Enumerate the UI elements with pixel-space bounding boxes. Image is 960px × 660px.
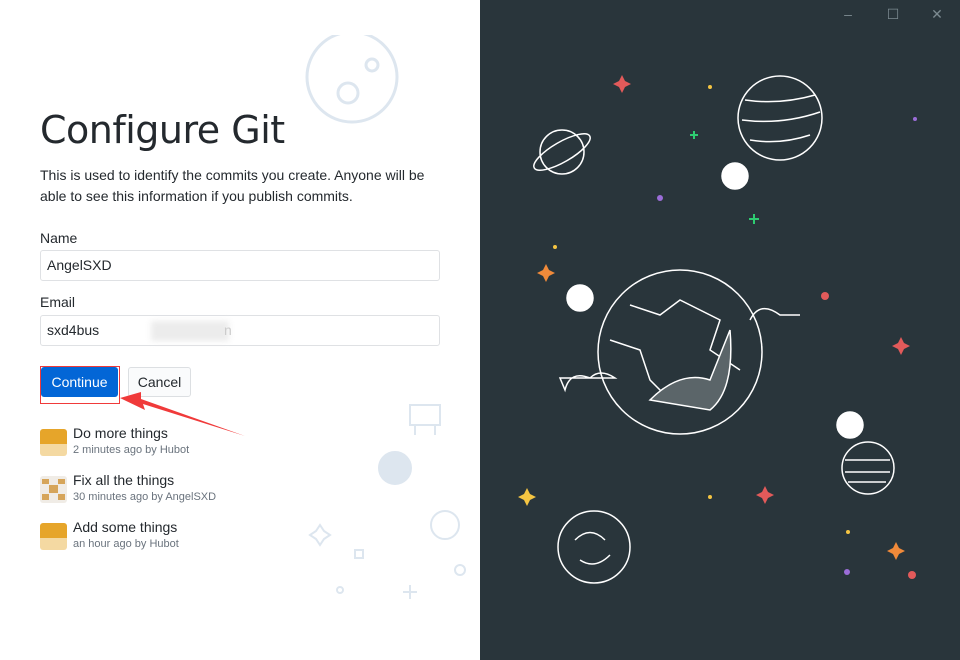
description: This is used to identify the commits you… [40, 167, 425, 204]
email-value: sxd4bus [47, 322, 100, 338]
email-label: Email [40, 294, 76, 310]
email-redaction [151, 321, 229, 341]
commit-meta: 2 minutes ago by Hubot [73, 444, 190, 456]
identicon-avatar [40, 476, 67, 503]
moon-illustration [305, 35, 399, 124]
configure-panel: Configure Git This is used to identify t… [0, 0, 480, 660]
commit-title: Add some things [73, 519, 178, 535]
page-title: Configure Git [40, 108, 285, 152]
email-input[interactable]: sxd4bus n [40, 315, 440, 346]
annotation-highlight-box [40, 366, 120, 404]
hubot-avatar [40, 429, 67, 456]
commit-title: Do more things [73, 425, 168, 441]
stars-decoration [518, 75, 917, 579]
hubot-avatar [40, 523, 67, 550]
email-suffix: n [224, 322, 232, 338]
space-decorations [308, 404, 466, 599]
commit-title: Fix all the things [73, 472, 175, 488]
space-illustration-panel: – ☐ ✕ [480, 0, 960, 660]
name-label: Name [40, 230, 78, 246]
commit-meta: 30 minutes ago by AngelSXD [73, 491, 217, 503]
commit-meta: an hour ago by Hubot [73, 538, 179, 550]
name-input[interactable]: AngelSXD [40, 250, 440, 281]
